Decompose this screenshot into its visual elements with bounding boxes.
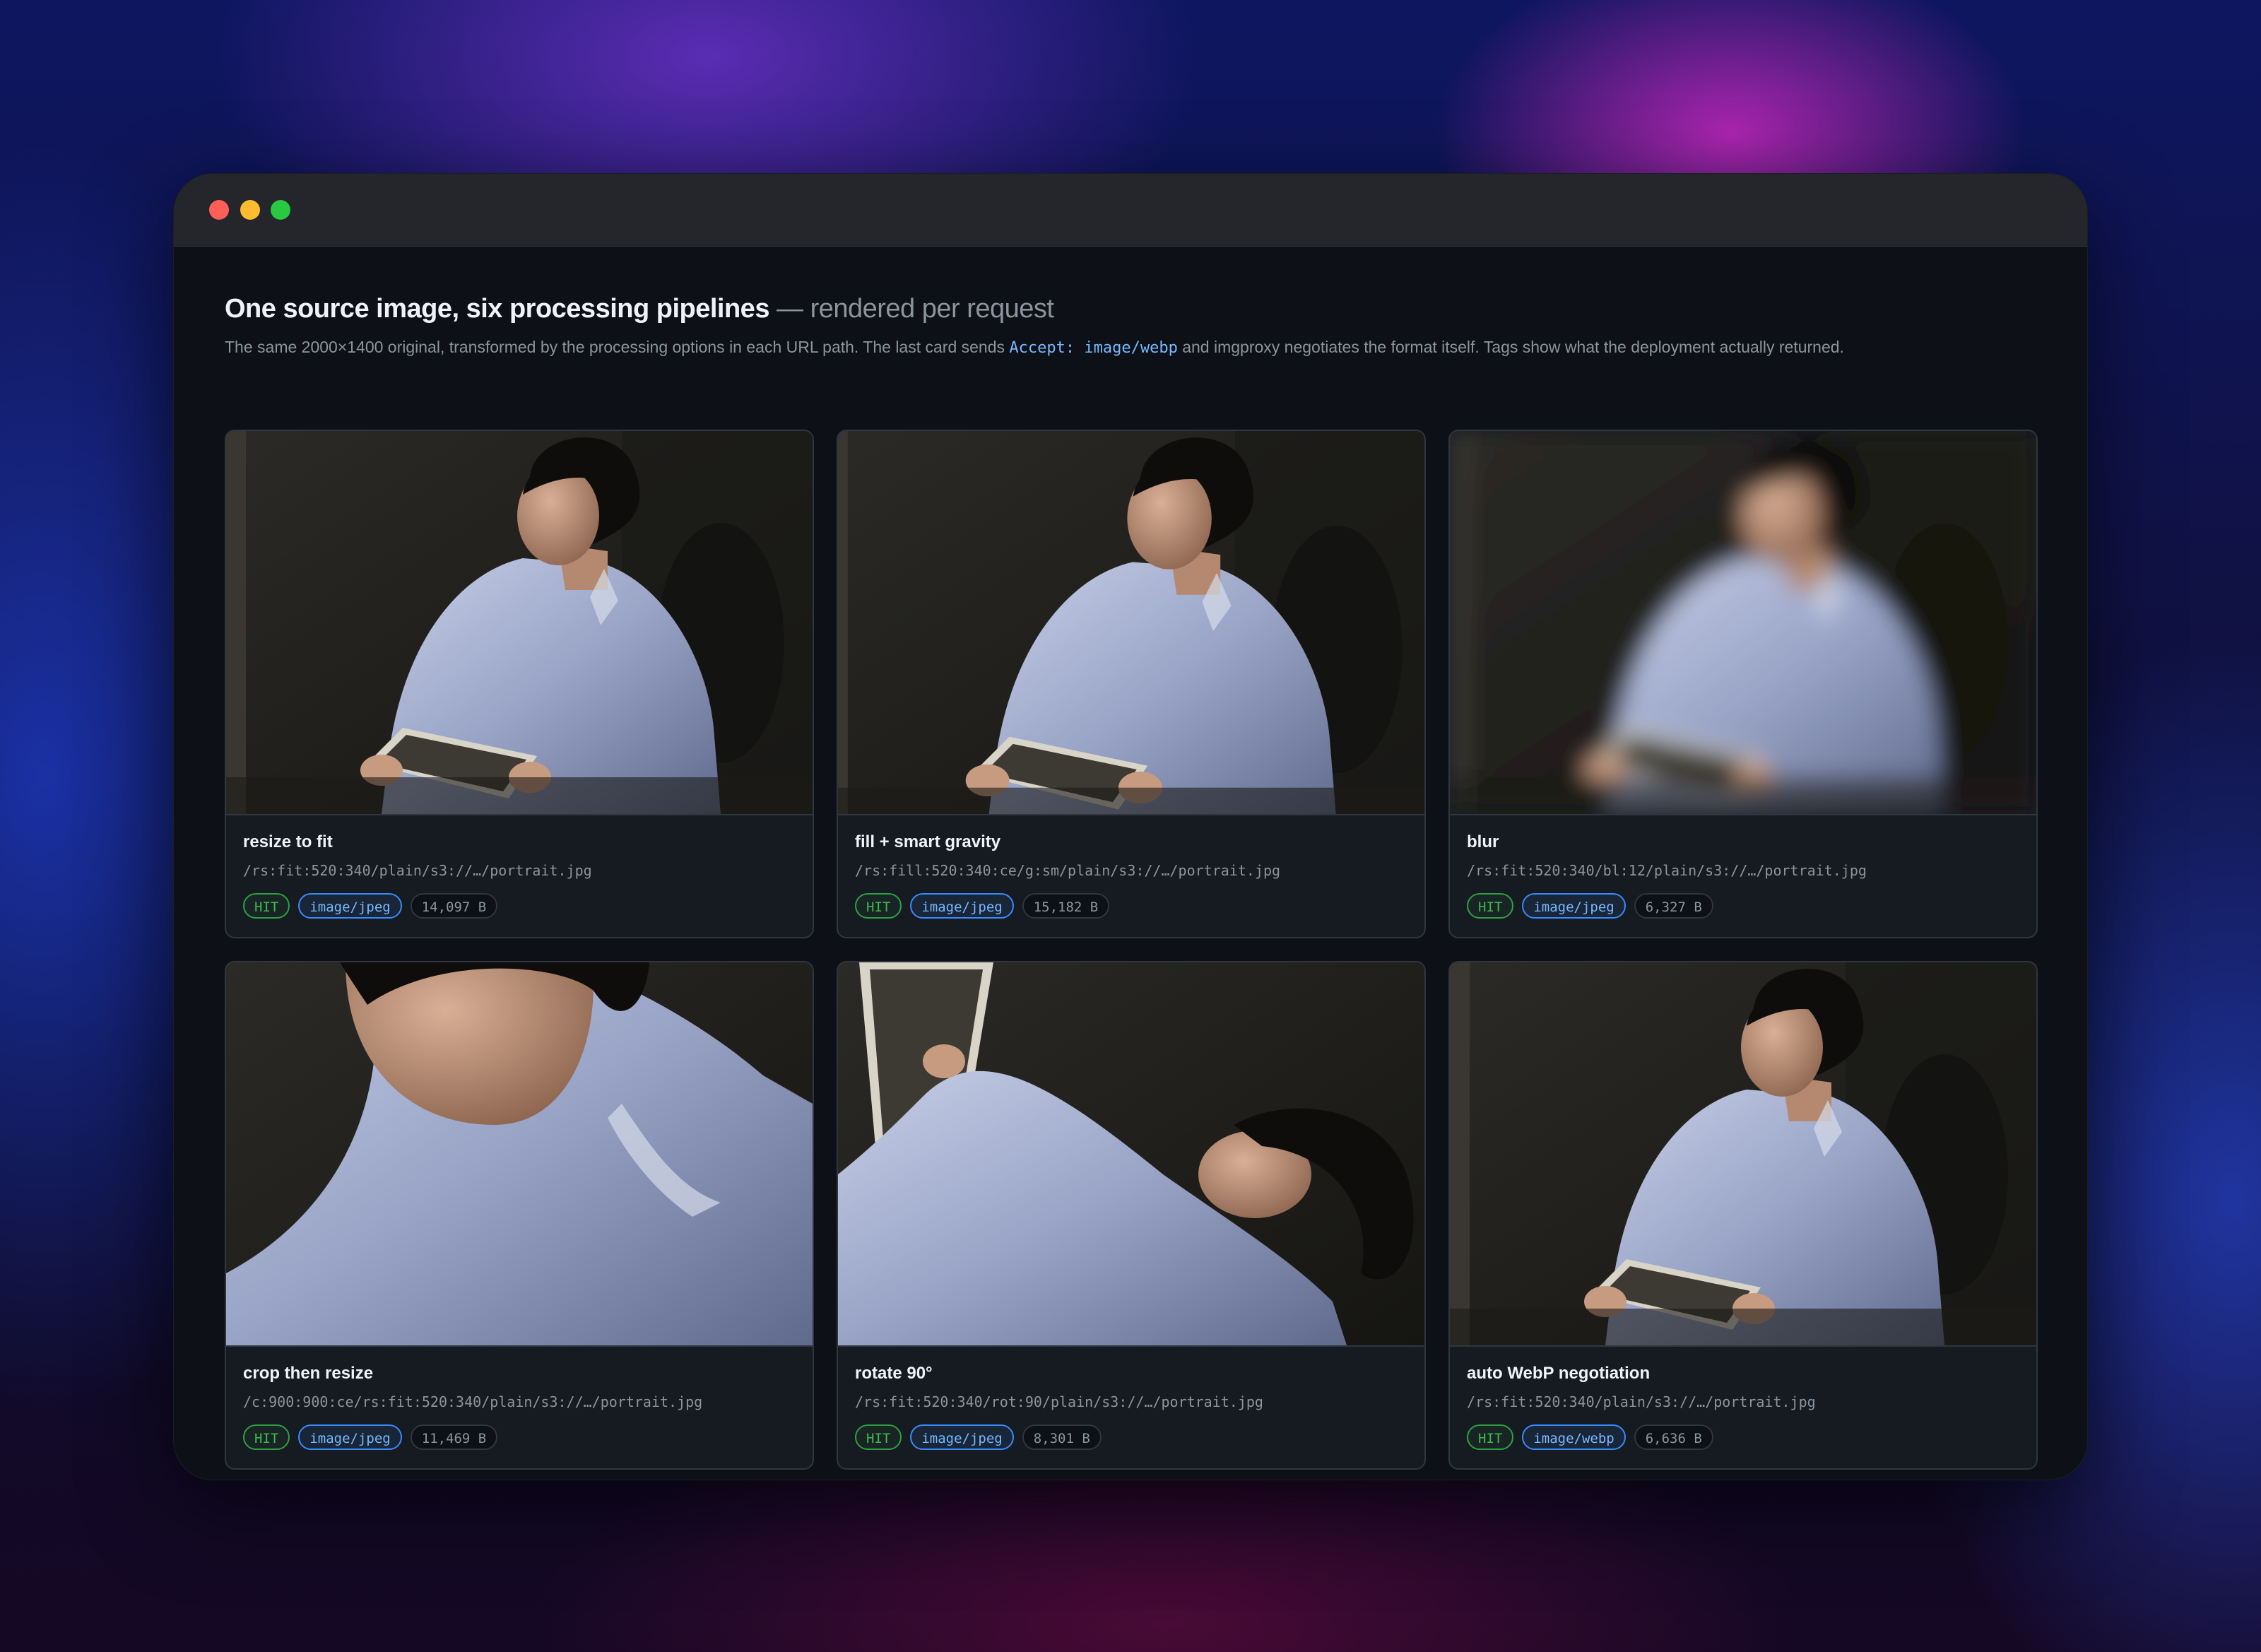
- card-url-path: /rs:fit:520:340/rot:90/plain/s3://…/port…: [855, 1393, 1263, 1410]
- content-type-badge: image/webp: [1522, 1424, 1626, 1450]
- card-url-path: /rs:fit:520:340/plain/s3://…/portrait.jp…: [243, 862, 592, 879]
- pipeline-card-crop-then-resize[interactable]: crop then resize /c:900:900:ce/rs:fit:52…: [225, 961, 814, 1470]
- card-title: fill + smart gravity: [855, 832, 1001, 851]
- card-url-path: /c:900:900:ce/rs:fit:520:340/plain/s3://…: [243, 1393, 703, 1410]
- cache-status-badge: HIT: [243, 1424, 290, 1450]
- pipeline-card-fill-smart-gravity[interactable]: fill + smart gravity /rs:fill:520:340:ce…: [837, 430, 1426, 938]
- file-size-badge: 6,327 B: [1634, 893, 1713, 919]
- card-image: [838, 962, 1424, 1347]
- file-size-badge: 11,469 B: [410, 1424, 498, 1450]
- pipeline-card-rotate-90[interactable]: rotate 90° /rs:fit:520:340/rot:90/plain/…: [837, 961, 1426, 1470]
- file-size-badge: 6,636 B: [1634, 1424, 1713, 1450]
- card-url-path: /rs:fit:520:340/plain/s3://…/portrait.jp…: [1467, 1393, 1816, 1410]
- cache-status-badge: HIT: [243, 893, 290, 919]
- page-title-sub: — rendered per request: [769, 294, 1054, 324]
- card-image: [226, 962, 813, 1347]
- card-tags: HIT image/jpeg 8,301 B: [855, 1424, 1102, 1450]
- card-title: resize to fit: [243, 832, 333, 851]
- card-url-path: /rs:fit:520:340/bl:12/plain/s3://…/portr…: [1467, 862, 1867, 879]
- card-image: [1450, 962, 2036, 1347]
- content-type-badge: image/jpeg: [298, 1424, 402, 1450]
- pipeline-card-resize-to-fit[interactable]: resize to fit /rs:fit:520:340/plain/s3:/…: [225, 430, 814, 938]
- card-tags: HIT image/jpeg 6,327 B: [1467, 893, 1713, 919]
- cache-status-badge: HIT: [1467, 1424, 1514, 1450]
- close-window-button[interactable]: [209, 200, 229, 220]
- card-image: [1450, 431, 2036, 815]
- description-text-start: The same 2000×1400 original, transformed…: [225, 338, 1010, 356]
- card-image: [226, 431, 813, 815]
- content-type-badge: image/jpeg: [298, 893, 402, 919]
- card-tags: HIT image/jpeg 14,097 B: [243, 893, 498, 919]
- app-window: One source image, six processing pipelin…: [173, 173, 2088, 1480]
- card-tags: HIT image/jpeg 11,469 B: [243, 1424, 498, 1450]
- pipeline-card-blur[interactable]: blur /rs:fit:520:340/bl:12/plain/s3://…/…: [1448, 430, 2038, 938]
- file-size-badge: 8,301 B: [1022, 1424, 1102, 1450]
- cache-status-badge: HIT: [855, 893, 902, 919]
- card-title: blur: [1467, 832, 1499, 851]
- page-title: One source image, six processing pipelin…: [225, 294, 1054, 324]
- content-type-badge: image/jpeg: [910, 1424, 1014, 1450]
- file-size-badge: 14,097 B: [410, 893, 498, 919]
- cache-status-badge: HIT: [855, 1424, 902, 1450]
- content-type-badge: image/jpeg: [910, 893, 1014, 919]
- card-title: rotate 90°: [855, 1364, 933, 1383]
- file-size-badge: 15,182 B: [1022, 893, 1110, 919]
- window-titlebar: [174, 174, 2087, 247]
- accept-header-code: Accept: image/webp: [1009, 339, 1178, 357]
- card-image: [838, 431, 1424, 815]
- card-title: crop then resize: [243, 1364, 374, 1383]
- card-url-path: /rs:fill:520:340:ce/g:sm/plain/s3://…/po…: [855, 862, 1281, 879]
- pipeline-card-auto-webp[interactable]: auto WebP negotiation /rs:fit:520:340/pl…: [1448, 961, 2038, 1470]
- cache-status-badge: HIT: [1467, 893, 1514, 919]
- card-tags: HIT image/jpeg 15,182 B: [855, 893, 1110, 919]
- zoom-window-button[interactable]: [271, 200, 290, 220]
- description-text-end: and imgproxy negotiates the format itsel…: [1177, 338, 1844, 356]
- card-title: auto WebP negotiation: [1467, 1364, 1651, 1383]
- page-title-main: One source image, six processing pipelin…: [225, 294, 769, 324]
- content-type-badge: image/jpeg: [1522, 893, 1626, 919]
- page-description: The same 2000×1400 original, transformed…: [225, 338, 1844, 357]
- minimize-window-button[interactable]: [240, 200, 260, 220]
- card-tags: HIT image/webp 6,636 B: [1467, 1424, 1713, 1450]
